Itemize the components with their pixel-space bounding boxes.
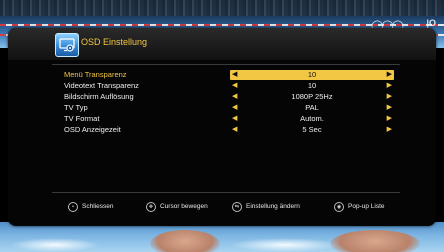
arrow-right-icon[interactable]: ▶ (387, 125, 392, 135)
panel-titlebar: OSD Einstellung (8, 28, 436, 60)
hint-close: • Schliessen (68, 200, 113, 214)
water-splash (10, 238, 100, 252)
channel-logo: |O (426, 18, 436, 28)
setting-value-selector[interactable]: ◀ 10 ▶ (230, 70, 394, 80)
osd-settings-panel: OSD Einstellung Menü Transparenz ◀ 10 ▶ … (8, 28, 436, 226)
hint-popup-list: ◉ Pop-up Liste (334, 200, 385, 214)
swimmer-arm (330, 230, 420, 252)
setting-value-selector[interactable]: ◀ 10 ▶ (230, 81, 394, 91)
setting-row-osd-timeout[interactable]: OSD Anzeigezeit ◀ 5 Sec ▶ (52, 125, 400, 135)
hint-move-cursor: ✥ Cursor bewegen (146, 200, 208, 214)
setting-value-selector[interactable]: ◀ 1080P 25Hz ▶ (230, 92, 394, 102)
exit-button-icon: • (68, 202, 78, 212)
stadium-crowd (0, 0, 444, 16)
setting-value: 5 Sec (302, 125, 322, 134)
divider (52, 192, 400, 193)
setting-value-selector[interactable]: ◀ Autom. ▶ (230, 114, 394, 124)
setting-label: OSD Anzeigezeit (64, 125, 121, 134)
hint-label: Pop-up Liste (348, 203, 385, 210)
water-splash (230, 238, 340, 252)
ok-button-icon: ◉ (334, 202, 344, 212)
hint-label: Cursor bewegen (160, 203, 208, 210)
arrow-right-icon[interactable]: ▶ (387, 103, 392, 113)
setting-value-selector[interactable]: ◀ PAL ▶ (230, 103, 394, 113)
arrow-right-icon[interactable]: ▶ (387, 92, 392, 102)
left-right-button-icon: ⇆ (232, 202, 242, 212)
divider (52, 64, 400, 65)
hint-label: Schliessen (82, 203, 114, 210)
key-hints-bar: • Schliessen ✥ Cursor bewegen ⇆ Einstell… (52, 200, 400, 214)
navigate-button-icon: ✥ (146, 202, 156, 212)
swimmer-arm (150, 230, 220, 252)
panel-title: OSD Einstellung (81, 37, 148, 47)
setting-label: TV Format (64, 114, 100, 123)
setting-row-screen-resolution[interactable]: Bildschirm Auflösung ◀ 1080P 25Hz ▶ (52, 92, 400, 102)
setting-row-teletext-transparency[interactable]: Videotext Transparenz ◀ 10 ▶ (52, 81, 400, 91)
settings-tv-icon (55, 33, 79, 57)
hint-change-setting: ⇆ Einstellung ändern (232, 200, 300, 214)
setting-row-menu-transparency[interactable]: Menü Transparenz ◀ 10 ▶ (52, 70, 400, 80)
setting-label: TV Typ (64, 103, 88, 112)
tv-background-bottom (0, 222, 444, 252)
arrow-right-icon[interactable]: ▶ (387, 81, 392, 91)
setting-label: Videotext Transparenz (64, 81, 139, 90)
setting-value: 1080P 25Hz (291, 92, 333, 101)
setting-value-selector[interactable]: ◀ 5 Sec ▶ (230, 125, 394, 135)
setting-value: PAL (305, 103, 319, 112)
setting-value: Autom. (300, 114, 324, 123)
arrow-right-icon[interactable]: ▶ (387, 70, 392, 80)
setting-row-tv-type[interactable]: TV Typ ◀ PAL ▶ (52, 103, 400, 113)
setting-row-tv-format[interactable]: TV Format ◀ Autom. ▶ (52, 114, 400, 124)
setting-value: 10 (307, 81, 317, 90)
setting-value: 10 (307, 70, 317, 79)
hint-label: Einstellung ändern (246, 203, 300, 210)
setting-label: Menü Transparenz (64, 70, 127, 79)
arrow-right-icon[interactable]: ▶ (387, 114, 392, 124)
setting-label: Bildschirm Auflösung (64, 92, 134, 101)
